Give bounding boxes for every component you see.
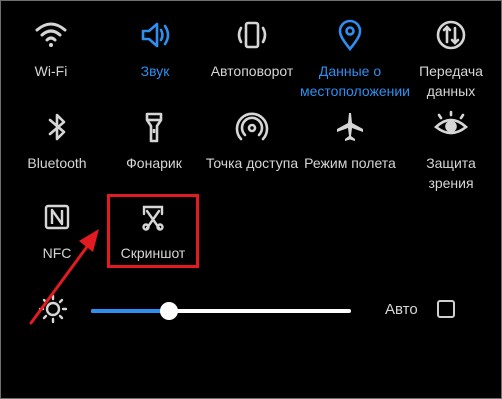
auto-brightness-label: Авто bbox=[385, 301, 418, 318]
tile-airplane-label: Режим полета bbox=[304, 155, 396, 171]
tile-location[interactable]: Данные о местоположении bbox=[300, 15, 410, 101]
data-transfer-icon bbox=[431, 15, 471, 55]
tile-auto-rotate-label: Автоповорот bbox=[210, 63, 294, 79]
tile-nfc[interactable]: NFC bbox=[9, 197, 105, 263]
tile-nfc-label: NFC bbox=[42, 245, 72, 261]
tile-data-transfer[interactable]: Передача данных bbox=[403, 15, 499, 101]
eye-icon bbox=[431, 107, 471, 147]
auto-rotate-icon bbox=[232, 15, 272, 55]
brightness-icon bbox=[37, 293, 69, 325]
brightness-slider-thumb[interactable] bbox=[160, 302, 178, 320]
auto-brightness-checkbox[interactable] bbox=[437, 300, 455, 318]
tile-flashlight[interactable]: Фонарик bbox=[106, 107, 202, 173]
screenshot-highlight-box bbox=[107, 194, 199, 268]
tile-auto-rotate[interactable]: Автоповорот bbox=[204, 15, 300, 81]
brightness-slider[interactable] bbox=[91, 302, 351, 320]
tile-sound[interactable]: Звук bbox=[107, 15, 203, 81]
tile-hotspot[interactable]: Точка доступа bbox=[204, 107, 300, 173]
bluetooth-icon bbox=[37, 107, 77, 147]
hotspot-icon bbox=[232, 107, 272, 147]
sound-icon bbox=[135, 15, 175, 55]
location-icon bbox=[330, 15, 370, 55]
tile-bluetooth-label: Bluetooth bbox=[27, 155, 87, 171]
airplane-icon bbox=[330, 107, 370, 147]
tile-airplane[interactable]: Режим полета bbox=[300, 107, 400, 173]
tile-eye-comfort[interactable]: Защита зрения bbox=[403, 107, 499, 193]
flashlight-icon bbox=[134, 107, 174, 147]
tile-bluetooth[interactable]: Bluetooth bbox=[9, 107, 105, 173]
tile-location-label: Данные о местоположении bbox=[300, 63, 410, 99]
tile-wifi-label: Wi-Fi bbox=[34, 63, 68, 79]
wifi-icon bbox=[31, 15, 71, 55]
quick-settings-panel: Wi-Fi Звук Автоповорот Данные о местопол… bbox=[0, 0, 502, 399]
tile-sound-label: Звук bbox=[140, 63, 170, 79]
tile-data-transfer-label: Передача данных bbox=[419, 63, 483, 99]
tile-wifi[interactable]: Wi-Fi bbox=[3, 15, 99, 81]
tile-flashlight-label: Фонарик bbox=[126, 155, 182, 171]
nfc-icon bbox=[37, 197, 77, 237]
tile-eye-comfort-label: Защита зрения bbox=[426, 155, 476, 191]
tile-hotspot-label: Точка доступа bbox=[205, 155, 299, 171]
brightness-slider-fill bbox=[91, 309, 169, 313]
